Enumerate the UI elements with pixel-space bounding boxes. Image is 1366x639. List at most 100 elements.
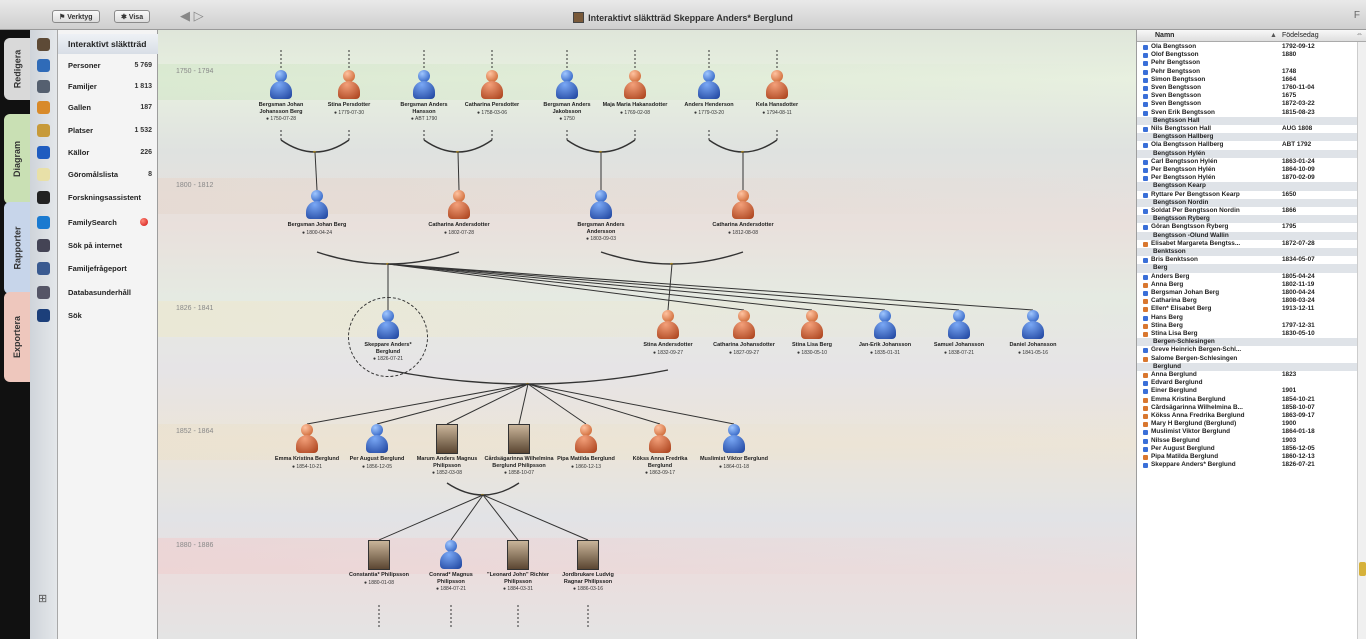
sidebar-item-familjer[interactable]: Familjer 1 813 (58, 76, 158, 96)
tab-rapporter[interactable]: Rapporter (4, 202, 30, 294)
male-icon (1143, 168, 1148, 173)
column-birthday-header[interactable]: Födelsedag (1282, 32, 1319, 39)
person-node[interactable]: Stina Persdotter ● 1779-07-30 (314, 70, 384, 116)
list-item[interactable]: Muslimist Viktor Berglund 1864-01-18 (1137, 428, 1366, 436)
female-icon (1143, 397, 1148, 403)
list-item[interactable]: Kökss Anna Fredrika Berglund 1863-09-17 (1137, 412, 1366, 420)
sidebar-item-sök[interactable]: Sök (58, 305, 158, 325)
list-item[interactable]: Nilsse Berglund 1903 (1137, 437, 1366, 445)
person-node[interactable]: Emma Kristina Berglund ● 1854-10-21 (272, 424, 342, 470)
person-node[interactable]: Bergsman Anders Jakobsson ● 1750 (532, 70, 602, 122)
sidebar-item-personer[interactable]: Personer 5 769 (58, 55, 158, 75)
person-node[interactable]: Catharina Johansdotter ● 1827-09-27 (709, 310, 779, 356)
person-node[interactable]: Daniel Johansson ● 1841-05-16 (998, 310, 1068, 356)
list-item[interactable]: Edvard Berglund (1137, 379, 1366, 387)
person-node[interactable]: Bergsman Anders Hansson ● ABT 1790 (389, 70, 459, 122)
person-node[interactable]: Bergsman Johan Berg ● 1800-04-24 (282, 190, 352, 236)
person-node[interactable]: Constantia* Philipsson ● 1880-01-08 (344, 540, 414, 586)
list-item[interactable]: Greve Heinrich Bergen-Schl... (1137, 346, 1366, 354)
sidebar-item-platser[interactable]: Platser 1 532 (58, 120, 158, 140)
list-item[interactable]: Sven Bengtsson 1872-03-22 (1137, 100, 1366, 108)
list-item[interactable]: Catharina Berg 1808-03-24 (1137, 297, 1366, 305)
person-node[interactable]: Samuel Johansson ● 1838-07-21 (924, 310, 994, 356)
person-node[interactable]: Bergsman Johan Johansson Berg ● 1750-07-2… (246, 70, 316, 122)
sidebar-item-källor[interactable]: Källor 226 (58, 142, 158, 162)
fullscreen-icon[interactable]: F (1354, 10, 1360, 21)
list-item[interactable]: Cårdsägarinna Wilhelmina B... 1858-10-07 (1137, 404, 1366, 412)
list-item[interactable]: Stina Berg 1797-12-31 (1137, 322, 1366, 330)
list-item[interactable]: Sven Erik Bengtsson 1815-08-23 (1137, 109, 1366, 117)
list-item[interactable]: Per Bengtsson Hylén 1870-02-09 (1137, 174, 1366, 182)
sidebar-item-gallen[interactable]: Gallen 187 (58, 97, 158, 117)
list-item[interactable]: Sven Bengtsson 1760-11-04 (1137, 84, 1366, 92)
add-icon[interactable]: ⊞ (38, 592, 47, 605)
scroll-thumb[interactable] (1359, 562, 1366, 576)
column-menu-icon[interactable]: ⇔ (1356, 31, 1363, 38)
list-item[interactable]: Anna Berg 1802-11-19 (1137, 281, 1366, 289)
list-item[interactable]: Bergsman Johan Berg 1800-04-24 (1137, 289, 1366, 297)
list-item[interactable]: Salome Bergen-Schlesingen (1137, 355, 1366, 363)
person-node[interactable]: Skeppare Anders* Berglund ● 1826-07-21 (353, 310, 423, 362)
list-item[interactable]: Pehr Bengtsson 1748 (1137, 68, 1366, 76)
list-item[interactable]: Ola Bengtsson 1792-09-12 (1137, 43, 1366, 51)
person-node[interactable]: Per August Berglund ● 1856-12-05 (342, 424, 412, 470)
person-node[interactable]: Anders Henderson ● 1779-03-20 (674, 70, 744, 116)
list-item[interactable]: Ola Bengtsson Hallberg ABT 1792 (1137, 141, 1366, 149)
list-item[interactable]: Per Bengtsson Hylén 1864-10-09 (1137, 166, 1366, 174)
person-node[interactable]: Kela Hansdotter ● 1794-08-11 (742, 70, 812, 116)
person-node[interactable]: Catharina Persdotter ● 1758-03-06 (457, 70, 527, 116)
list-item[interactable]: Emma Kristina Berglund 1854-10-21 (1137, 396, 1366, 404)
person-node[interactable]: Catharina Andersdotter ● 1812-08-08 (708, 190, 778, 236)
list-item[interactable]: Carl Bengtsson Hylén 1863-01-24 (1137, 158, 1366, 166)
list-item[interactable]: Olof Bengtsson 1880 (1137, 51, 1366, 59)
tab-diagram[interactable]: Diagram (4, 114, 30, 204)
list-item[interactable]: Bris Benktsson 1834-05-07 (1137, 256, 1366, 264)
list-item[interactable]: Skeppare Anders* Berglund 1826-07-21 (1137, 461, 1366, 469)
list-item[interactable]: Simon Bengtsson 1664 (1137, 76, 1366, 84)
sidebar-item-familjefrågeport[interactable]: Familjefrågeport (58, 258, 158, 278)
list-item[interactable]: Anders Berg 1805-04-24 (1137, 273, 1366, 281)
person-node[interactable]: Kökss Anna Fredrika Berglund ● 1863-09-17 (625, 424, 695, 476)
person-node[interactable]: Marum Anders Magnus Philipsson ● 1852-03-… (412, 424, 482, 476)
list-item[interactable]: Anna Berglund 1823 (1137, 371, 1366, 379)
list-item[interactable]: Per August Berglund 1856-12-05 (1137, 445, 1366, 453)
person-node[interactable]: Pipa Matilda Berglund ● 1860-12-13 (551, 424, 621, 470)
person-name: Constantia* Philipsson (349, 572, 409, 578)
list-scrollbar[interactable] (1357, 42, 1366, 639)
person-node[interactable]: Bergsman Anders Andersson ● 1803-09-03 (566, 190, 636, 242)
person-node[interactable]: Cårdsägarinna Wilhelmina Berglund Philip… (484, 424, 554, 476)
list-item[interactable]: Pipa Matilda Berglund 1860-12-13 (1137, 453, 1366, 461)
sidebar-item-familysearch[interactable]: FamilySearch (58, 212, 158, 232)
sidebar-item-databasunderhåll[interactable]: Databasunderhåll (58, 282, 158, 302)
list-item[interactable]: Mary H Berglund (Berglund) 1900 (1137, 420, 1366, 428)
list-item[interactable]: Einer Berglund 1901 (1137, 387, 1366, 395)
sidebar-item-göromålslista[interactable]: Göromålslista 8 (58, 164, 158, 184)
list-item[interactable]: Hans Berg (1137, 314, 1366, 322)
list-item[interactable]: Pehr Bengtsson (1137, 59, 1366, 67)
tab-exportera[interactable]: Exportera (4, 292, 30, 382)
sidebar-item-sök-på-internet[interactable]: Sök på internet (58, 235, 158, 255)
list-item-birthdate: 1834-05-07 (1282, 256, 1315, 264)
list-item[interactable]: Stina Lisa Berg 1830-05-10 (1137, 330, 1366, 338)
list-item[interactable]: Nils Bengtsson Hall AUG 1808 (1137, 125, 1366, 133)
column-name-header[interactable]: Namn (1155, 32, 1174, 39)
list-item[interactable]: Ryttare Per Bengtsson Kearp 1650 (1137, 191, 1366, 199)
list-item[interactable]: Göran Bengtsson Ryberg 1795 (1137, 223, 1366, 231)
person-node[interactable]: Jan-Erik Johansson ● 1835-01-31 (850, 310, 920, 356)
list-item[interactable]: Elisabet Margareta Bengtss... 1872-07-28 (1137, 240, 1366, 248)
tree-canvas[interactable]: 1750 - 1794 1800 - 1812 1826 - 1841 1852 - … (158, 30, 1136, 639)
sidebar-item-forskningsassistent[interactable]: Forskningsassistent (58, 187, 158, 207)
tab-redigera[interactable]: Redigera (4, 38, 30, 100)
person-node[interactable]: Catharina Andersdotter ● 1802-07-28 (424, 190, 494, 236)
list-item[interactable]: Soldat Per Bengtsson Nordin 1866 (1137, 207, 1366, 215)
person-node[interactable]: Stina Andersdotter ● 1832-09-27 (633, 310, 703, 356)
person-node[interactable]: Maja Maria Hakansdotter ● 1769-02-08 (600, 70, 670, 116)
person-node[interactable]: Stina Lisa Berg ● 1830-05-10 (777, 310, 847, 356)
list-item[interactable]: Sven Bengtsson 1675 (1137, 92, 1366, 100)
list-item[interactable]: Ellen* Elisabet Berg 1913-12-11 (1137, 305, 1366, 313)
person-node[interactable]: "Leonard John" Richter Philipsson ● 1884-… (483, 540, 553, 592)
sidebar-item-interaktivt-släktträd[interactable]: Interaktivt släktträd (58, 34, 158, 54)
person-node[interactable]: Jordbrukare Ludvig Ragnar Philipsson ● 18… (553, 540, 623, 592)
person-node[interactable]: Muslimist Viktor Berglund ● 1864-01-18 (699, 424, 769, 470)
person-node[interactable]: Conrad* Magnus Philipsson ● 1884-07-21 (416, 540, 486, 592)
